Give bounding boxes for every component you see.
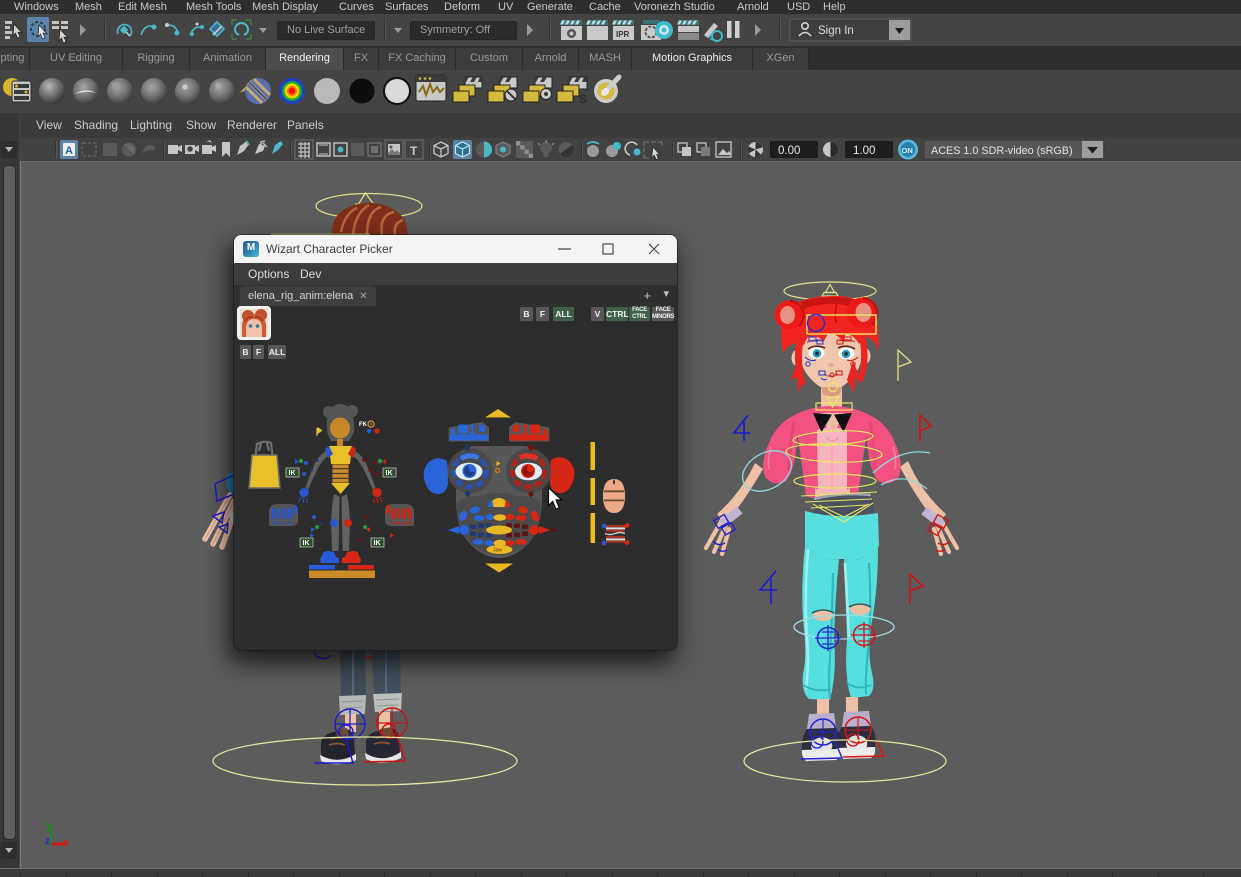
svg-text:y: y [46, 818, 53, 832]
svg-text:A: A [65, 145, 73, 157]
svg-text:IPR: IPR [616, 30, 630, 39]
svg-text:1.00: 1.00 [853, 145, 875, 157]
svg-text:ON: ON [902, 146, 913, 155]
svg-text:IK: IK [289, 470, 296, 477]
svg-text:FK: FK [359, 422, 368, 428]
svg-text:z: z [45, 836, 50, 847]
svg-text:ACES 1.0 SDR-video (sRGB): ACES 1.0 SDR-video (sRGB) [931, 145, 1073, 157]
svg-text:x: x [63, 837, 70, 849]
svg-text:S: S [579, 92, 587, 106]
svg-text:IK: IK [374, 540, 381, 547]
svg-text:0.00: 0.00 [778, 145, 800, 157]
svg-text:IK: IK [303, 540, 310, 547]
svg-text:IK: IK [386, 470, 393, 477]
svg-text:Jaw: Jaw [493, 548, 502, 554]
svg-text:Sign In: Sign In [818, 25, 854, 37]
svg-text:T: T [410, 144, 418, 158]
